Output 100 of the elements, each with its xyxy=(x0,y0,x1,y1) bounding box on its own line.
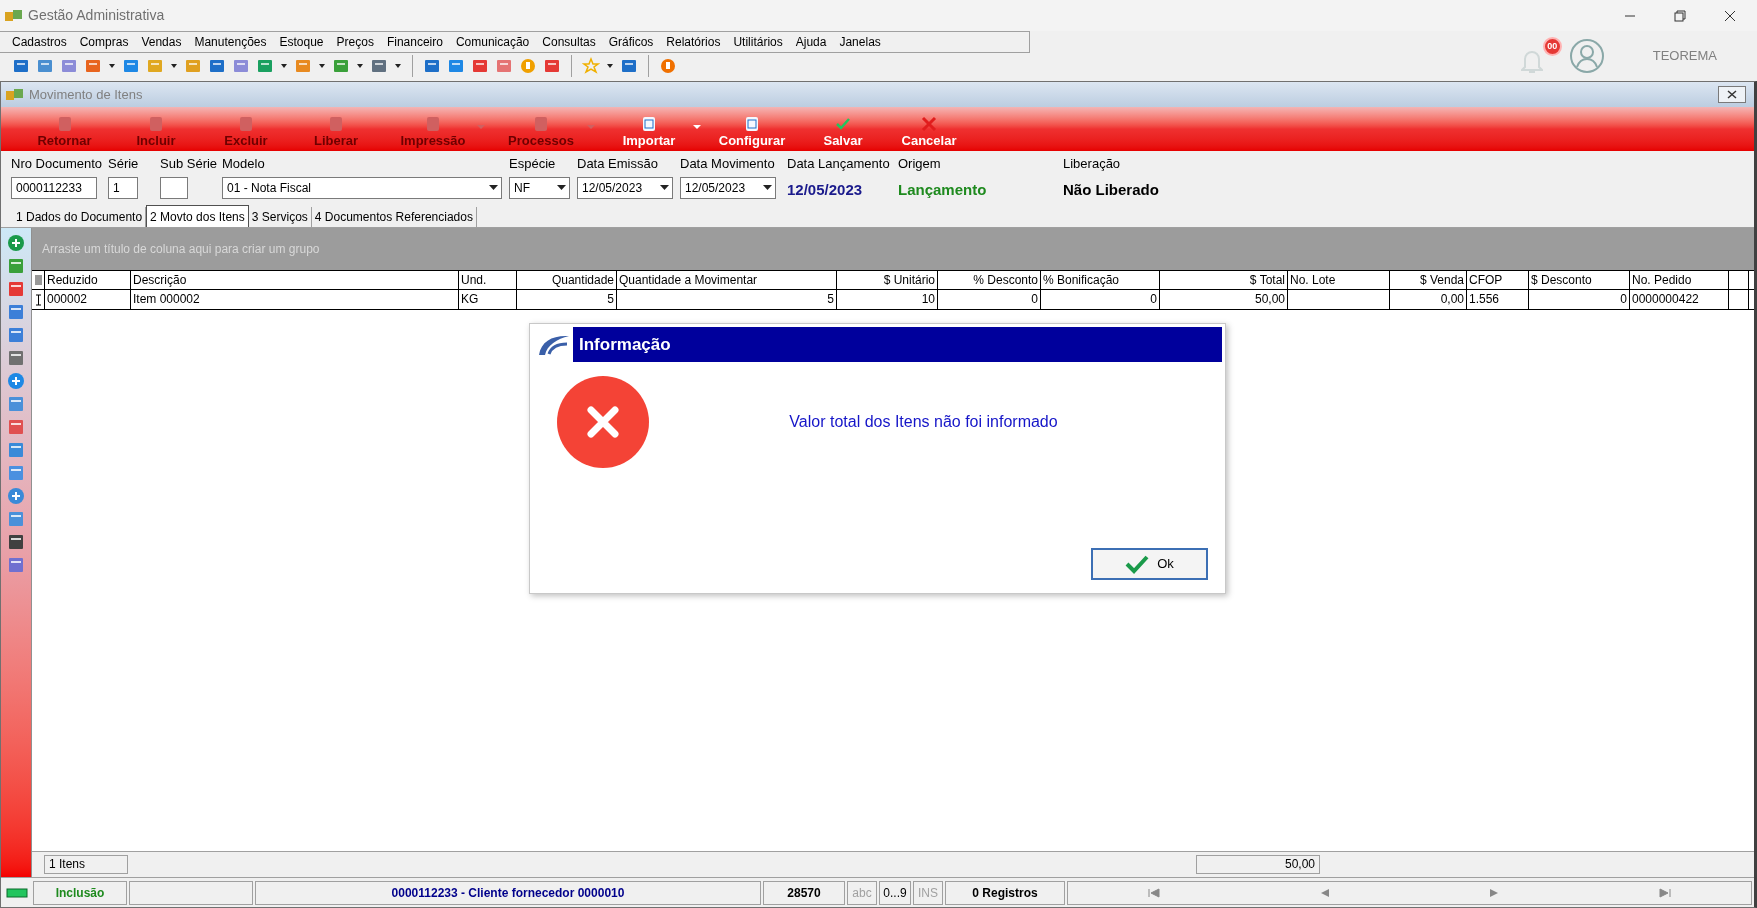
dropdown-field[interactable]: NF xyxy=(509,176,570,199)
column-header[interactable]: % Bonificação xyxy=(1041,271,1160,289)
input-field[interactable]: 1 xyxy=(108,176,138,199)
menu-item[interactable]: Vendas xyxy=(141,33,182,51)
dropdown-field[interactable]: 01 - Nota Fiscal xyxy=(222,176,502,199)
column-header[interactable]: $ Unitário xyxy=(837,271,938,289)
column-header[interactable]: $ Venda xyxy=(1390,271,1467,289)
total-field: 50,00 xyxy=(1196,855,1320,874)
status-led-icon xyxy=(3,886,31,899)
last-record-icon[interactable] xyxy=(1659,887,1672,898)
field-label: Espécie xyxy=(509,155,557,173)
text-cursor-icon xyxy=(34,293,42,306)
toolbar-button[interactable]: Cancelar xyxy=(884,107,974,151)
dropdown-field[interactable]: 12/05/2023 xyxy=(577,176,673,199)
table-cell: 0 xyxy=(1529,290,1630,309)
table-cell: KG xyxy=(459,290,517,309)
table-cell: 50,00 xyxy=(1160,290,1288,309)
column-header[interactable]: No. Lote xyxy=(1288,271,1390,289)
status-records: 0 Registros xyxy=(945,880,1065,905)
menu-item[interactable]: Relatórios xyxy=(666,33,721,51)
status-indicator: 0...9 xyxy=(879,880,911,905)
status-document: 0000112233 - Cliente fornecedor 0000010 xyxy=(255,880,761,905)
dropdown-caret-icon xyxy=(763,183,772,192)
dropdown-field[interactable]: 12/05/2023 xyxy=(680,176,776,199)
table-cell: 5 xyxy=(517,290,617,309)
app-logo-icon xyxy=(4,7,24,24)
field-label: Liberação xyxy=(1063,155,1122,173)
field-label: Data Movimento xyxy=(680,155,776,173)
next-record-icon[interactable] xyxy=(1489,887,1500,898)
dropdown-caret-icon xyxy=(557,183,566,192)
menu-item[interactable]: Ajuda xyxy=(795,33,827,51)
column-header[interactable]: Reduzido xyxy=(45,271,131,289)
menu-item[interactable]: Preços xyxy=(336,33,374,51)
item-count: 1 Itens xyxy=(44,855,128,874)
menu-item[interactable]: Financeiro xyxy=(386,33,443,51)
toolbar-button[interactable]: Configurar xyxy=(702,107,802,151)
table-cell: 1.556 xyxy=(1467,290,1529,309)
star-icon[interactable] xyxy=(582,57,600,75)
menu-item[interactable]: Cadastros xyxy=(12,33,67,51)
field-label: Data Lançamento xyxy=(787,155,891,173)
notification-badge: 00 xyxy=(1542,37,1562,56)
column-header[interactable]: Und. xyxy=(459,271,517,289)
column-header[interactable]: No. Pedido xyxy=(1630,271,1729,289)
menu-item[interactable]: Estoque xyxy=(279,33,324,51)
field-label: Modelo xyxy=(222,155,266,173)
window-title: Gestão Administrativa xyxy=(28,6,165,25)
status-code: 28570 xyxy=(763,880,845,905)
column-header[interactable]: Quantidade xyxy=(517,271,617,289)
column-header[interactable]: Descrição xyxy=(131,271,459,289)
dialog-title: Informação xyxy=(579,333,671,356)
status-mode: Inclusão xyxy=(33,880,127,905)
field-label: Sub Série xyxy=(160,155,215,173)
column-header[interactable]: $ Total xyxy=(1160,271,1288,289)
tab[interactable]: 3 Serviços xyxy=(248,207,312,227)
user-avatar-icon[interactable] xyxy=(1568,38,1605,74)
menu-item[interactable]: Janelas xyxy=(839,33,881,51)
field-value: Lançamento xyxy=(898,179,988,200)
input-field[interactable] xyxy=(160,176,188,199)
child-window-title: Movimento de Itens xyxy=(29,85,143,104)
column-header[interactable]: % Desconto xyxy=(938,271,1041,289)
check-icon xyxy=(1125,554,1150,574)
user-name: TEOREMA xyxy=(1652,47,1717,66)
close-icon xyxy=(1726,90,1738,99)
window-logo-icon xyxy=(5,86,25,103)
table-cell: 10 xyxy=(837,290,938,309)
menu-item[interactable]: Compras xyxy=(79,33,129,51)
table-cell: 0,00 xyxy=(1390,290,1467,309)
toolbar-button[interactable]: Importar xyxy=(596,107,702,151)
group-hint: Arraste um título de coluna aqui para criar um grupo xyxy=(42,241,320,258)
menu-item[interactable]: Utilitários xyxy=(733,33,783,51)
dialog-message: Valor total dos Itens não foi informado xyxy=(789,412,1058,432)
table-cell: 0 xyxy=(1041,290,1160,309)
column-header[interactable]: $ Desconto xyxy=(1529,271,1630,289)
status-indicator: abc xyxy=(847,880,877,905)
menu-item[interactable]: Gráficos xyxy=(608,33,654,51)
column-header[interactable]: Quantidade a Movimentar xyxy=(617,271,837,289)
toolbar-button[interactable]: Salvar xyxy=(802,107,884,151)
columns-menu-icon[interactable] xyxy=(33,274,43,286)
ok-button[interactable]: Ok xyxy=(1091,548,1208,580)
dropdown-caret-icon xyxy=(489,183,498,192)
x-icon xyxy=(920,115,938,133)
close-button[interactable] xyxy=(1718,86,1746,103)
field-value: Não Liberado xyxy=(1063,179,1160,200)
tab[interactable]: 4 Documentos Referenciados xyxy=(311,207,477,227)
table-cell: 000002 xyxy=(45,290,131,309)
input-field[interactable]: 0000112233 xyxy=(11,176,97,199)
error-icon xyxy=(557,376,649,468)
table-cell: 0 xyxy=(938,290,1041,309)
table-cell: 5 xyxy=(617,290,837,309)
menu-item[interactable]: Manutenções xyxy=(194,33,267,51)
menu-item[interactable]: Comunicação xyxy=(455,33,530,51)
field-label: Origem xyxy=(898,155,942,173)
previous-record-icon[interactable] xyxy=(1319,887,1330,898)
column-header[interactable]: CFOP xyxy=(1467,271,1529,289)
menu-item[interactable]: Consultas xyxy=(542,33,596,51)
field-label: Nro Documento xyxy=(11,155,101,173)
first-record-icon[interactable] xyxy=(1147,887,1160,898)
tab[interactable]: 2 Movto dos Itens xyxy=(146,205,249,227)
field-label: Data Emissão xyxy=(577,155,659,173)
status-indicator: INS xyxy=(913,880,943,905)
